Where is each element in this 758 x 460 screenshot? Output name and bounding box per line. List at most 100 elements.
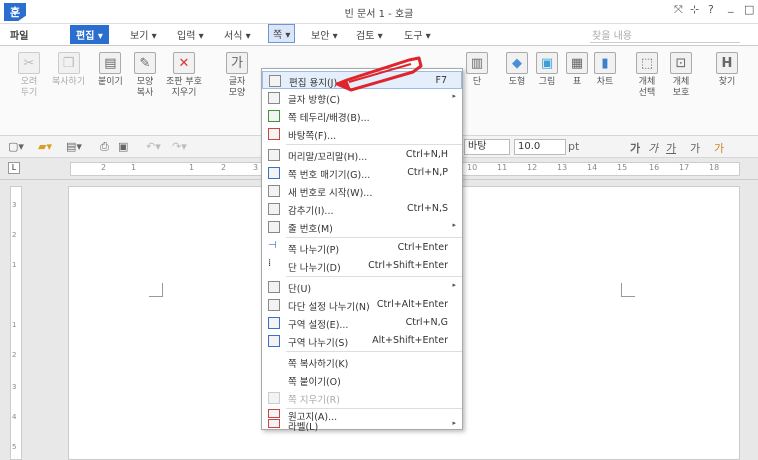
menu-item-header-footer[interactable]: 머리말/꼬리말(H)... Ctrl+N,H (262, 146, 462, 164)
menu-item-copy-page[interactable]: 쪽 복사하기(K) (262, 353, 462, 371)
menu-item-line-number[interactable]: 줄 번호(M) ▸ (262, 218, 462, 236)
char-shape-label: 글자 모양 (228, 77, 246, 98)
menu-separator (286, 351, 462, 352)
new-number-icon (268, 185, 280, 197)
menu-item-hide[interactable]: 감추기(I)... Ctrl+N,S (262, 200, 462, 218)
menu-bar: 파일 편집 ▾ 보기 ▾ 입력 ▾ 서식 ▾ 쪽 ▾ 보안 ▾ 검토 ▾ 도구 … (0, 24, 758, 46)
size-unit[interactable]: pt (568, 140, 579, 153)
print-icon[interactable]: ⎙ (100, 140, 109, 154)
paste-button[interactable]: ▤ 붙이기 (98, 52, 123, 88)
redo-icon[interactable]: ↷▾ (172, 140, 187, 153)
column-button[interactable]: ▥ 단 (466, 52, 488, 88)
find-label: 찾기 (718, 77, 736, 87)
underline-button[interactable]: 가 (666, 140, 676, 156)
menu-tools[interactable]: 도구 ▾ (404, 27, 431, 42)
open-folder-icon[interactable]: ▰▾ (38, 140, 52, 153)
submenu-arrow-icon: ▸ (452, 281, 456, 289)
maximize-button[interactable]: □ (744, 3, 754, 16)
table-button[interactable]: ▦ 표 (566, 52, 588, 88)
hide-icon (268, 203, 280, 215)
strike-button[interactable]: 가 (690, 140, 700, 156)
text-direction-icon (268, 92, 280, 104)
pencil-annotation-icon (335, 56, 423, 92)
menu-item-column-break[interactable]: ⁞ 단 나누기(D) Ctrl+Shift+Enter (262, 257, 462, 275)
page-delete-icon (268, 392, 280, 404)
tab-type-icon[interactable]: L (8, 162, 20, 174)
menu-item-page-number[interactable]: 쪽 번호 매기기(G)... Ctrl+N,P (262, 164, 462, 182)
fullscreen-icon[interactable]: ⤧ (674, 3, 683, 17)
menu-item-section-setup[interactable]: 구역 설정(E)... Ctrl+N,G (262, 314, 462, 332)
menu-item-manuscript[interactable]: 원고지(A)... (262, 409, 462, 423)
bold-button[interactable]: 가 (630, 140, 640, 156)
menu-item-page-border[interactable]: 쪽 테두리/배경(B)... (262, 107, 462, 125)
menu-separator (286, 276, 462, 277)
copy-button[interactable]: ❐ 복사하기 (52, 52, 85, 88)
find-button[interactable]: H 찾기 (716, 52, 738, 88)
menu-item-columns[interactable]: 단(U) ▸ (262, 278, 462, 296)
preview-icon[interactable]: ▣ (118, 140, 128, 153)
font-color-button[interactable]: 가 (714, 140, 724, 156)
format-copy-button[interactable]: ✎ 모양 복사 (134, 52, 156, 99)
submenu-arrow-icon: ▸ (452, 92, 456, 100)
format-copy-label: 모양 복사 (136, 77, 154, 98)
picture-label: 그림 (538, 77, 556, 87)
paste-label: 붙이기 (98, 77, 123, 87)
picture-button[interactable]: ▣ 그림 (536, 52, 558, 88)
header-footer-icon (268, 149, 280, 161)
section-break-icon (268, 335, 280, 347)
menu-item-label[interactable]: 라벨(L) ▸ (262, 419, 462, 433)
pin-icon[interactable]: ⊹ (690, 3, 699, 16)
object-protect-label: 개체 보호 (672, 77, 690, 98)
menu-item-master-page[interactable]: 바탕쪽(F)... (262, 125, 462, 143)
search-input[interactable]: 찾을 내용 (590, 27, 740, 43)
save-icon[interactable]: ▤▾ (66, 140, 82, 153)
copy-icon: ❐ (57, 52, 80, 74)
object-select-button[interactable]: ⬚ 개체 선택 (636, 52, 658, 99)
copy-label: 복사하기 (52, 77, 86, 87)
undo-icon[interactable]: ↶▾ (146, 140, 161, 153)
font-size-input[interactable]: 10.0 (514, 139, 566, 155)
char-shape-button[interactable]: 가 글자 모양 (226, 52, 248, 99)
help-icon[interactable]: ? (708, 3, 714, 16)
menu-page[interactable]: 쪽 ▾ (268, 24, 296, 43)
object-protect-icon: ⊡ (670, 52, 692, 74)
minimize-button[interactable]: _ (728, 0, 734, 13)
line-number-icon (268, 221, 280, 233)
menu-format[interactable]: 서식 ▾ (224, 27, 251, 42)
vertical-ruler[interactable]: 3 2 1 1 2 3 4 5 (10, 186, 22, 460)
menu-security[interactable]: 보안 ▾ (311, 27, 338, 42)
italic-button[interactable]: 가 (648, 140, 658, 156)
paste-icon: ▤ (99, 52, 122, 74)
new-doc-icon[interactable]: ▢▾ (8, 140, 24, 153)
cut-button[interactable]: ✂ 오려 두기 (18, 52, 40, 99)
submenu-arrow-icon: ▸ (452, 221, 456, 229)
menu-item-new-number[interactable]: 새 번호로 시작(W)... (262, 182, 462, 200)
menu-edit[interactable]: 편집 ▾ (70, 25, 109, 44)
chart-label: 차트 (596, 77, 614, 87)
menu-item-page-break[interactable]: ⊣ 쪽 나누기(P) Ctrl+Enter (262, 239, 462, 257)
menu-separator (286, 144, 462, 145)
menu-file[interactable]: 파일 (10, 27, 28, 42)
font-style-select[interactable]: 바탕 (464, 139, 510, 155)
chart-icon: ▮ (594, 52, 616, 74)
menu-review[interactable]: 검토 ▾ (356, 27, 383, 42)
table-icon: ▦ (566, 52, 588, 74)
menu-insert[interactable]: 입력 ▾ (177, 27, 204, 42)
menu-item-section-break[interactable]: 구역 나누기(S) Alt+Shift+Enter (262, 332, 462, 350)
title-bar: 훈 빈 문서 1 - 호글 ⤧ ⊹ ? _ □ (0, 0, 758, 24)
master-page-icon (268, 128, 280, 140)
menu-item-paste-page[interactable]: 쪽 붙이기(O) (262, 371, 462, 389)
submenu-arrow-icon: ▸ (452, 419, 456, 427)
menu-item-multi-column-break[interactable]: 다단 설정 나누기(N) Ctrl+Alt+Enter (262, 296, 462, 314)
page-border-icon (268, 110, 280, 122)
section-setup-icon (268, 317, 280, 329)
clear-codes-button[interactable]: ✕ 조판 부호 지우기 (166, 52, 202, 99)
page-menu-dropdown: 편집 용지(J)... F7 글자 방향(C) ▸ 쪽 테두리/배경(B)...… (261, 68, 463, 433)
label-icon (268, 419, 280, 428)
chart-button[interactable]: ▮ 차트 (594, 52, 616, 88)
object-protect-button[interactable]: ⊡ 개체 보호 (670, 52, 692, 99)
shape-button[interactable]: ◆ 도형 (506, 52, 528, 88)
cut-label: 오려 두기 (20, 77, 38, 98)
menu-view[interactable]: 보기 ▾ (130, 27, 157, 42)
column-icon: ▥ (466, 52, 488, 74)
